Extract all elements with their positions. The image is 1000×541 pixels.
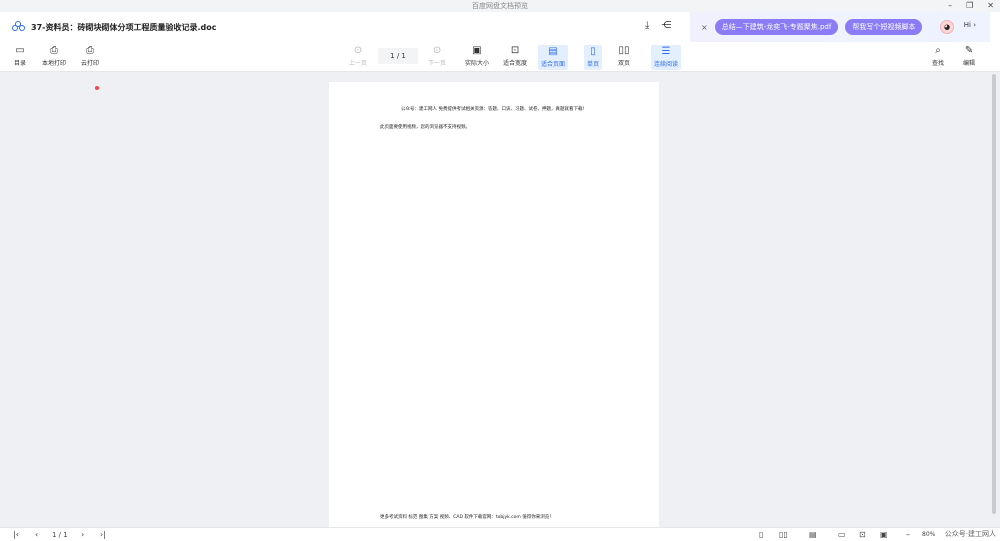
last-page-icon[interactable]: ›|	[100, 529, 106, 541]
single-page-button[interactable]: ▯ 单页	[584, 45, 603, 70]
scrollbar-thumb[interactable]	[992, 74, 996, 514]
fit-page-icon: ▤	[548, 46, 558, 57]
close-window-button[interactable]: ✕	[987, 0, 994, 12]
notification-dot	[95, 86, 99, 90]
pencil-icon: ✎	[964, 45, 974, 56]
search-button[interactable]: ⌕ 查找	[932, 45, 944, 67]
minimize-button[interactable]: –	[948, 0, 952, 12]
fit-width-button[interactable]: ⊡ 适合宽度	[503, 45, 527, 67]
status-page-indicator[interactable]: 1 / 1	[52, 529, 68, 541]
cloud-printer-icon: ⎙	[86, 45, 94, 56]
vertical-scrollbar[interactable]	[990, 72, 998, 527]
edit-button[interactable]: ✎ 编辑	[963, 45, 975, 67]
contents-button[interactable]: ▭ 目录	[14, 45, 26, 67]
baidu-netdisk-logo-icon	[12, 21, 26, 32]
download-icon[interactable]: ⤓	[645, 20, 649, 31]
status-bar: |‹ ‹ 1 / 1 › ›| ▯ ▯▯ ▤ ▭ ⊡ ▣ – 80%	[0, 527, 1000, 541]
share-icon[interactable]: ⋲	[661, 20, 671, 31]
page-body-text: 此页面要使用视频，您的浏览器不支持视频。	[380, 125, 470, 130]
arrow-up-circle-icon: ⊙	[353, 45, 363, 56]
ai-assistant-bar: × 总结—下建筑-龙奕飞-专题聚焦.pdf 帮我写个短视频脚本 ◕ Hi ›	[690, 12, 990, 42]
page-number-input[interactable]: 1 / 1	[378, 48, 418, 64]
window-controls: – ❐ ✕	[948, 0, 994, 12]
ai-suggestion-summarize[interactable]: 总结—下建筑-龙奕飞-专题聚焦.pdf	[714, 19, 839, 35]
sidebar-icon: ▭	[15, 45, 25, 56]
single-page-icon: ▯	[590, 46, 596, 57]
prev-page-icon[interactable]: ‹	[35, 529, 38, 541]
viewer-toolbar: ▭ 目录 ⎙ 本地打印 ⎙ 云打印 ⊙ 上一页 ⊙ 下一页 ▣ 实际大小 ⊡ 适合宽度 ▤ 适合…	[0, 42, 1000, 106]
page-header-text: 公众号：建工网人 免费提供考试相关资源：答题、口诀、习题、试卷、押题，真题就看下…	[401, 107, 587, 112]
continuous-reading-button[interactable]: ☰ 连续阅读	[651, 45, 682, 70]
actual-size-mode-icon[interactable]: ▭	[838, 529, 846, 541]
double-page-mode-icon[interactable]: ▯▯	[779, 529, 788, 541]
fit-width-mode-icon[interactable]: ⊡	[859, 529, 866, 541]
search-icon: ⌕	[935, 45, 941, 56]
assistant-hi-button[interactable]: Hi ›	[964, 21, 976, 29]
printer-icon: ⎙	[50, 45, 58, 56]
double-page-button[interactable]: ▯▯ 双页	[618, 45, 630, 67]
document-title: 37-资料员：砖砌块砌体分项工程质量验收记录.doc	[31, 22, 217, 32]
fit-width-icon: ⊡	[510, 45, 520, 56]
window-titlebar: 百度网盘文档预览 – ❐ ✕	[0, 0, 1000, 12]
continuous-mode-icon[interactable]: ▤	[809, 529, 817, 541]
zoom-level: 80%	[922, 531, 936, 538]
single-page-mode-icon[interactable]: ▯	[759, 529, 763, 541]
zoom-out-button[interactable]: –	[906, 529, 910, 541]
fit-page-mode-icon[interactable]: ▣	[880, 529, 888, 541]
restore-button[interactable]: ❐	[966, 0, 973, 12]
prev-page-button[interactable]: ⊙ 上一页	[349, 45, 367, 67]
fit-page-button[interactable]: ▤ 适合页面	[538, 45, 569, 70]
actual-size-icon: ▣	[472, 45, 482, 56]
next-page-button[interactable]: ⊙ 下一页	[428, 45, 446, 67]
document-page: 公众号：建工网人 免费提供考试相关资源：答题、口诀、习题、试卷、押题，真题就看下…	[329, 82, 659, 527]
assistant-avatar-icon[interactable]: ◕	[940, 20, 954, 34]
cloud-print-button[interactable]: ⎙ 云打印	[81, 45, 99, 67]
actual-size-button[interactable]: ▣ 实际大小	[465, 45, 489, 67]
header-actions: ⤓ ⋲	[645, 20, 671, 31]
local-print-button[interactable]: ⎙ 本地打印	[42, 45, 66, 67]
first-page-icon[interactable]: |‹	[13, 529, 19, 541]
window-title: 百度网盘文档预览	[472, 2, 528, 10]
arrow-down-circle-icon: ⊙	[432, 45, 442, 56]
double-page-icon: ▯▯	[618, 45, 630, 56]
page-footer-text: 更多考试资料 标范 图集 方案 视频、CAD 软件下载官网：tobjyk.com…	[380, 515, 554, 520]
ai-bar-close-button[interactable]: ×	[701, 23, 708, 32]
next-page-icon[interactable]: ›	[81, 529, 84, 541]
continuous-icon: ☰	[661, 46, 671, 57]
ai-suggestion-script[interactable]: 帮我写个短视频脚本	[845, 19, 923, 35]
watermark-text: 公众号·建工网人	[944, 530, 996, 538]
